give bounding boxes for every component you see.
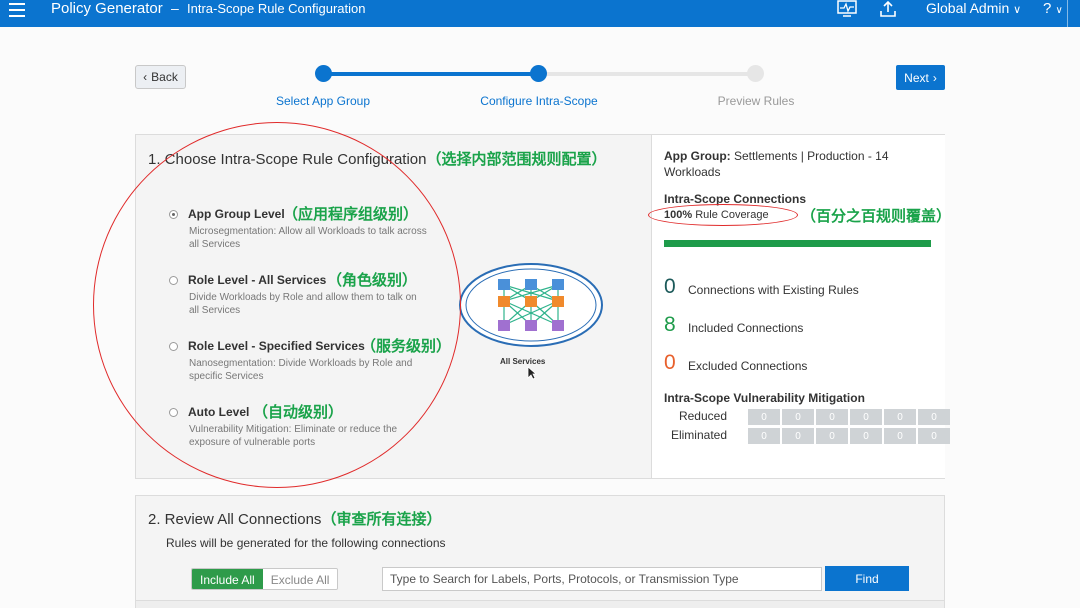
step-label-select-app-group[interactable]: Select App Group	[243, 94, 403, 108]
next-button[interactable]: Next ›	[896, 65, 945, 90]
config-title-text: 1. Choose Intra-Scope Rule Configuration	[148, 151, 427, 168]
app-group-info: App Group: Settlements | Production - 14…	[664, 148, 924, 180]
intra-scope-config-card: 1. Choose Intra-Scope Rule Configuration…	[135, 134, 951, 479]
find-button[interactable]: Find	[825, 566, 909, 591]
option-description: Divide Workloads by Role and allow them …	[189, 292, 417, 316]
option-label: Role Level - Specified Services	[188, 339, 365, 353]
chevron-down-icon: ∨	[1055, 5, 1063, 16]
title-separator: –	[171, 0, 179, 16]
user-menu-label: Global Admin	[926, 0, 1010, 16]
radio-role-level-specified-services[interactable]	[169, 342, 178, 351]
hamburger-menu-icon[interactable]	[9, 3, 25, 17]
vuln-cell: 0	[782, 428, 814, 444]
stat-text: Included Connections	[688, 321, 804, 335]
vuln-cell: 0	[816, 409, 848, 425]
step-dot-1[interactable]	[315, 65, 332, 82]
top-bar: Policy Generator – Intra-Scope Rule Conf…	[0, 0, 1080, 27]
table-header-row	[136, 600, 944, 608]
step-label-configure-intra-scope[interactable]: Configure Intra-Scope	[459, 94, 619, 108]
step-label-preview-rules: Preview Rules	[717, 94, 795, 108]
step-dot-3[interactable]	[747, 65, 764, 82]
app-group-label: App Group:	[664, 149, 731, 163]
review-title-annotation: （审查所有连接）	[321, 511, 442, 528]
vuln-cell: 0	[782, 409, 814, 425]
vuln-cell: 0	[748, 409, 780, 425]
stat-number: 0	[664, 275, 676, 298]
vuln-cell: 0	[748, 428, 780, 444]
chevron-down-icon: ∨	[1013, 4, 1022, 16]
stat-text: Connections with Existing Rules	[688, 283, 859, 297]
option-label: App Group Level	[188, 207, 285, 221]
option-description: Vulnerability Mitigation: Eliminate or r…	[189, 424, 398, 448]
step-dot-2[interactable]	[530, 65, 547, 82]
stepper-remaining-line	[539, 72, 755, 76]
back-button[interactable]: ‹ Back	[135, 65, 186, 89]
review-subtitle: Rules will be generated for the followin…	[166, 536, 446, 550]
coverage-highlight-ellipse	[648, 204, 798, 226]
coverage-annotation: （百分之百规则覆盖）	[801, 208, 952, 225]
monitor-icon[interactable]	[836, 0, 858, 18]
all-services-diagram: All Services	[458, 263, 604, 368]
review-title-text: 2. Review All Connections	[148, 511, 322, 528]
stepper-progress-line	[323, 72, 539, 76]
option-description: Microsegmentation: Allow all Workloads t…	[189, 226, 427, 250]
help-label: ?	[1043, 0, 1052, 17]
review-connections-card: 2. Review All Connections（审查所有连接） Rules …	[135, 495, 945, 608]
upload-icon[interactable]	[877, 0, 899, 18]
option-label: Role Level - All Services	[188, 273, 327, 287]
page-content: ‹ Back Next › Select App Group Configure…	[0, 27, 1080, 608]
option-label: Auto Level	[188, 405, 250, 419]
vuln-cell: 0	[918, 428, 950, 444]
vuln-cell: 0	[850, 428, 882, 444]
chevron-left-icon: ‹	[143, 70, 148, 84]
exclude-all-button[interactable]: Exclude All	[262, 569, 338, 589]
radio-auto-level[interactable]	[169, 408, 178, 417]
include-exclude-toggle: Include All Exclude All	[191, 568, 339, 590]
connection-search-input[interactable]: Type to Search for Labels, Ports, Protoc…	[382, 567, 822, 591]
stat-number: 0	[664, 351, 676, 374]
vuln-row-label-reduced: Reduced	[678, 409, 727, 423]
vuln-cell: 0	[884, 409, 916, 425]
vulnerability-mitigation-heading: Intra-Scope Vulnerability Mitigation	[664, 391, 865, 405]
stat-number: 8	[664, 313, 676, 336]
summary-panel: App Group: Settlements | Production - 14…	[651, 135, 951, 478]
radio-app-group-level[interactable]	[169, 210, 178, 219]
app-title: Policy Generator	[51, 0, 163, 17]
chevron-right-icon: ›	[932, 70, 937, 85]
option-annotation: （服务级别）	[361, 338, 452, 355]
include-all-button[interactable]: Include All	[192, 569, 263, 589]
vuln-cell: 0	[816, 428, 848, 444]
config-section-title: 1. Choose Intra-Scope Rule Configuration…	[148, 148, 607, 169]
stat-text: Excluded Connections	[688, 359, 808, 373]
config-title-annotation: （选择内部范围规则配置）	[426, 151, 607, 168]
vuln-cell: 0	[884, 428, 916, 444]
next-button-label: Next	[904, 70, 929, 85]
mouse-cursor-icon	[527, 366, 538, 385]
coverage-bar	[664, 240, 931, 247]
page-title: Intra-Scope Rule Configuration	[187, 1, 366, 16]
topbar-divider	[1067, 0, 1068, 27]
vuln-row-label-eliminated: Eliminated	[670, 428, 727, 442]
vuln-cell: 0	[850, 409, 882, 425]
help-icon[interactable]: ? ∨	[1043, 0, 1063, 17]
user-menu[interactable]: Global Admin ∨	[926, 0, 1021, 16]
option-description: Nanosegmentation: Divide Workloads by Ro…	[189, 358, 413, 382]
option-annotation: （自动级别）	[253, 404, 344, 421]
config-options-panel: 1. Choose Intra-Scope Rule Configuration…	[136, 135, 650, 478]
option-annotation: （角色级别）	[327, 272, 418, 289]
radio-role-level-all-services[interactable]	[169, 276, 178, 285]
diagram-label: All Services	[500, 357, 546, 366]
vuln-cell: 0	[918, 409, 950, 425]
review-section-title: 2. Review All Connections（审查所有连接）	[148, 508, 441, 529]
back-button-label: Back	[151, 70, 178, 84]
network-mesh-icon	[459, 263, 603, 347]
option-annotation: （应用程序组级别）	[283, 206, 419, 223]
